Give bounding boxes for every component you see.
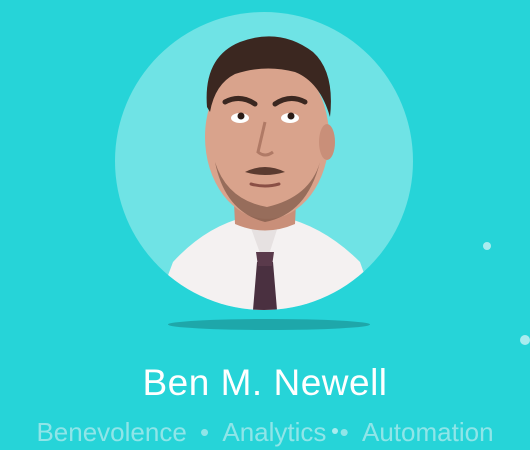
tagline-word-automation: Automation [362,417,494,447]
tie-shape [253,262,277,310]
pupil-left [237,112,245,120]
pupil-right [287,112,295,120]
tagline-separator: • [339,417,349,447]
tie-knot-shape [256,252,274,266]
tagline-word-benevolence: Benevolence [36,417,187,447]
ear-shape [319,124,335,160]
decorative-dot [483,242,491,250]
profile-hero: Ben M. Newell Benevolence • Analytics • … [0,0,530,450]
profile-name: Ben M. Newell [142,362,388,403]
profile-tagline: Benevolence • Analytics • Automation [0,417,530,448]
avatar [115,12,413,310]
tagline-separator: • [200,417,210,447]
avatar-shadow [168,319,370,330]
tagline-word-analytics: Analytics [222,417,327,447]
decorative-dot [520,335,530,345]
avatar-portrait [155,36,377,310]
